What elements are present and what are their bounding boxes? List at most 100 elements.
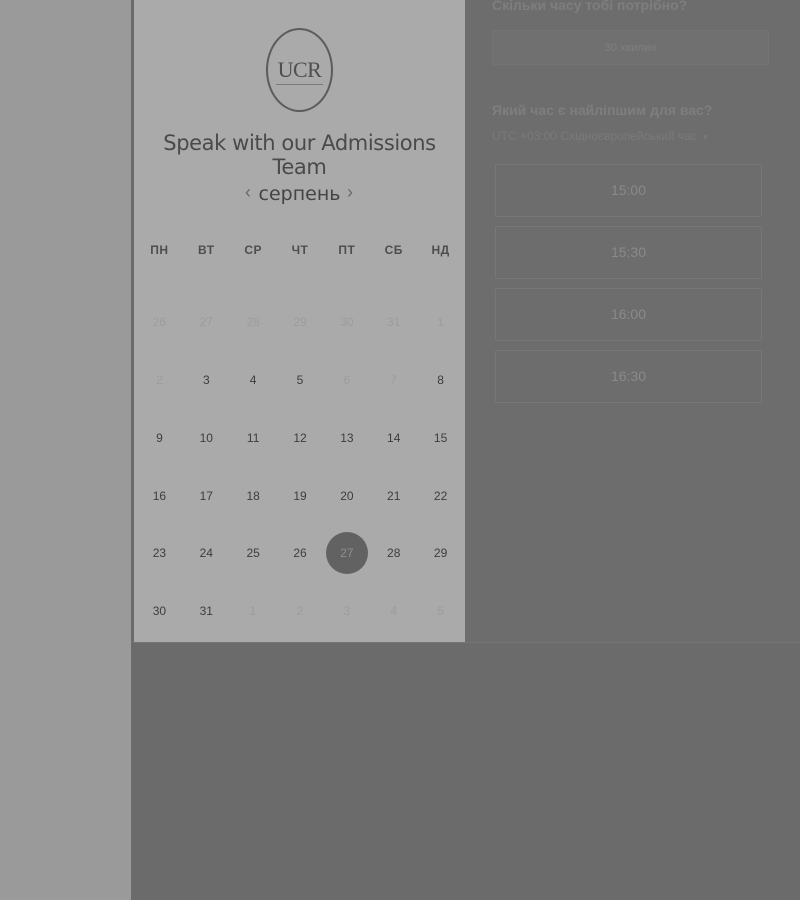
calendar-day[interactable]: 22 <box>417 475 464 517</box>
calendar-day[interactable]: 13 <box>323 417 370 459</box>
calendar-day-number: 23 <box>152 546 167 560</box>
timezone-select[interactable]: UTC +03:00 Східноєвропейський час ▾ <box>492 129 707 143</box>
calendar-day[interactable]: 9 <box>136 417 183 459</box>
calendar-week-row: 16 17 18 19 20 21 22 <box>136 475 464 517</box>
calendar-day: 1 <box>417 301 464 343</box>
calendar-day-number: 30 <box>340 315 354 329</box>
calendar-day-number: 14 <box>387 431 401 445</box>
calendar-day[interactable]: 10 <box>183 417 230 459</box>
calendar-day-number: 17 <box>199 489 213 503</box>
calendar-day-number: 25 <box>246 546 260 560</box>
weekday-label: СБ <box>384 243 403 257</box>
calendar-day: 2 <box>136 359 183 401</box>
calendar-day-number: 2 <box>156 373 163 387</box>
calendar-day-number: 19 <box>293 489 307 503</box>
caret-down-icon: ▾ <box>702 132 708 142</box>
calendar-day-number: 2 <box>296 604 304 618</box>
calendar-day[interactable]: 28 <box>370 532 417 574</box>
logo-text: UCR <box>277 57 322 82</box>
calendar-day-number: 27 <box>325 532 368 574</box>
chevron-right-icon[interactable]: › <box>340 182 360 203</box>
calendar-day[interactable]: 16 <box>136 475 183 517</box>
calendar-day[interactable]: 3 <box>183 359 230 401</box>
weekday-label: ВТ <box>198 243 215 257</box>
left-gutter <box>0 0 131 900</box>
calendar-day[interactable]: 4 <box>230 359 277 401</box>
calendar-day[interactable]: 12 <box>277 417 324 459</box>
time-slot-button[interactable]: 16:30 <box>495 350 762 403</box>
timezone-label: UTC +03:00 Східноєвропейський час <box>492 129 697 143</box>
calendar-day: 7 <box>370 359 417 401</box>
calendar-day-number: 16 <box>152 489 167 503</box>
calendar-day-number: 29 <box>293 315 307 329</box>
calendar-day[interactable]: 19 <box>277 475 324 517</box>
calendar-day[interactable]: 18 <box>230 475 277 517</box>
duration-select[interactable]: 30 хвилин <box>492 30 769 65</box>
calendar-day[interactable]: 21 <box>370 475 417 517</box>
calendar-week-row: 23 24 25 26 27 28 29 <box>136 532 464 574</box>
calendar-day: 6 <box>323 359 370 401</box>
calendar-day[interactable]: 14 <box>370 417 417 459</box>
calendar-day-number: 26 <box>293 546 307 560</box>
calendar-day-number: 18 <box>246 489 260 503</box>
calendar-day-number: 4 <box>249 373 257 387</box>
calendar-day[interactable]: 30 <box>136 590 183 632</box>
calendar-day-number: 5 <box>296 373 304 387</box>
calendar-day[interactable]: 15 <box>417 417 464 459</box>
page-title: Speak with our Admissions Team <box>163 131 436 179</box>
calendar-day[interactable]: 20 <box>323 475 370 517</box>
calendar-day-number: 22 <box>433 489 448 503</box>
time-slot-button[interactable]: 15:00 <box>495 164 762 217</box>
calendar-day-number: 7 <box>390 373 398 387</box>
calendar-day-number: 24 <box>199 546 213 560</box>
weekday-label: ПТ <box>338 243 356 257</box>
calendar-day[interactable]: 8 <box>417 359 464 401</box>
calendar-day: 28 <box>230 301 277 343</box>
calendar-day-number: 5 <box>437 604 444 618</box>
calendar-day[interactable]: 17 <box>183 475 230 517</box>
calendar-week-row: 9 10 11 12 13 14 15 <box>136 417 464 459</box>
calendar-day-number: 3 <box>343 604 351 618</box>
weekday-label: НД <box>431 243 450 257</box>
calendar-day-number: 8 <box>437 373 444 387</box>
calendar-day-number: 1 <box>437 315 444 329</box>
duration-value: 30 хвилин <box>604 42 657 54</box>
calendar-day[interactable]: 29 <box>417 532 464 574</box>
calendar-day-selected[interactable]: 27 <box>323 532 370 574</box>
divider <box>131 642 800 643</box>
month-navigation: ‹ серпень › <box>134 180 465 208</box>
calendar-day-number: 20 <box>340 489 354 503</box>
time-slot-button[interactable]: 16:00 <box>495 288 762 341</box>
calendar-day-number: 26 <box>152 315 167 329</box>
calendar-day-number: 1 <box>249 604 257 618</box>
calendar-day-number: 11 <box>246 431 260 445</box>
time-slot-button[interactable]: 15:30 <box>495 226 762 279</box>
calendar-day[interactable]: 31 <box>183 590 230 632</box>
calendar-day-number: 10 <box>199 431 213 445</box>
duration-question: Скільки часу тобі потрібно? <box>492 0 688 13</box>
calendar-day[interactable]: 25 <box>230 532 277 574</box>
calendar-week-row: 26 27 28 29 30 31 1 <box>136 301 464 343</box>
weekday-header: ПН ВТ СР ЧТ ПТ СБ НД <box>136 243 464 263</box>
calendar-day-number: 13 <box>340 431 354 445</box>
calendar-day[interactable]: 11 <box>230 417 277 459</box>
calendar-day: 5 <box>417 590 464 632</box>
calendar-day[interactable]: 24 <box>183 532 230 574</box>
calendar-day-number: 3 <box>202 373 210 387</box>
calendar-day: 30 <box>323 301 370 343</box>
calendar-day-number: 31 <box>199 604 213 618</box>
weekday-label: ПН <box>150 243 169 257</box>
calendar-day[interactable]: 23 <box>136 532 183 574</box>
calendar-day: 1 <box>230 590 277 632</box>
calendar-day-number: 12 <box>293 431 307 445</box>
calendar-day-number: 21 <box>387 489 401 503</box>
calendar-week-row: 30 31 1 2 3 4 5 <box>136 590 464 632</box>
calendar-day[interactable]: 5 <box>277 359 324 401</box>
time-question: Який час є найліпшим для вас? <box>492 102 713 118</box>
calendar-day-number: 9 <box>156 431 163 445</box>
calendar-day[interactable]: 26 <box>277 532 324 574</box>
calendar-day-number: 6 <box>343 373 351 387</box>
calendar-day-number: 29 <box>433 546 448 560</box>
calendar-day-number: 4 <box>390 604 398 618</box>
month-label: серпень <box>258 183 341 205</box>
